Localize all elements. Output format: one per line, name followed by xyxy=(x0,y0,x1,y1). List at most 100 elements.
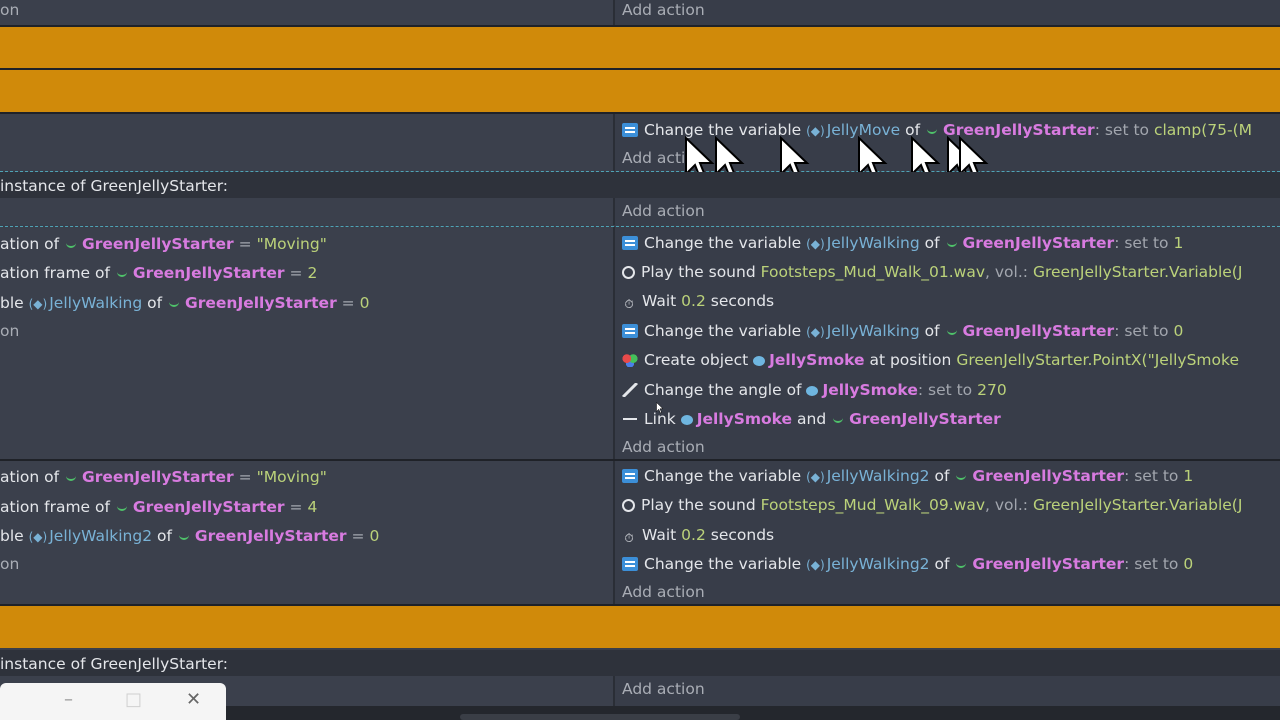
add-action-link[interactable]: Add action xyxy=(622,0,705,20)
action-create-object[interactable]: Create object JellySmoke at position Gre… xyxy=(622,350,1239,370)
subevent-conditions[interactable] xyxy=(0,198,614,225)
action-value: GreenJellyStarter.PointX("JellySmoke xyxy=(956,351,1239,369)
event2-conditions[interactable] xyxy=(0,227,614,459)
object-name: JellySmoke xyxy=(822,381,918,399)
action-play-sound[interactable]: Play the sound Footsteps_Mud_Walk_01.wav… xyxy=(622,262,1242,282)
close-button[interactable]: ✕ xyxy=(186,689,201,710)
action-label: Play the sound xyxy=(641,496,756,514)
sound-icon xyxy=(622,266,635,279)
action-link-objects[interactable]: Link JellySmoke and GreenJellyStarter xyxy=(622,409,1001,429)
operator: = xyxy=(289,498,303,516)
scroll-thumb[interactable] xyxy=(460,714,740,720)
window-titlebar: – □ ✕ xyxy=(0,683,226,720)
object-icon xyxy=(956,560,967,568)
condition-value: "Moving" xyxy=(256,235,327,253)
operator: = xyxy=(238,468,252,486)
action-change-variable[interactable]: Change the variable (◆) JellyWalking of G… xyxy=(622,321,1183,341)
object-name: GreenJellyStarter xyxy=(849,410,1001,428)
event-top-actions xyxy=(614,0,1280,25)
action-value: GreenJellyStarter.Variable(J xyxy=(1032,496,1243,514)
object-icon xyxy=(806,386,819,396)
condition-value: "Moving" xyxy=(256,468,327,486)
add-action-link[interactable]: Add action xyxy=(622,582,705,602)
add-condition-partial[interactable]: on xyxy=(0,321,19,341)
scope-icon: (◆) xyxy=(806,470,825,484)
object-name: GreenJellyStarter xyxy=(185,294,337,312)
volume-label: , vol.: xyxy=(985,263,1028,281)
maximize-button[interactable]: □ xyxy=(125,689,142,710)
column-divider xyxy=(613,114,615,171)
subevent-actions[interactable] xyxy=(614,198,1280,225)
action-of: of xyxy=(924,322,940,340)
condition-animation-frame[interactable]: ation frame of GreenJellyStarter = 4 xyxy=(0,497,317,517)
condition-variable[interactable]: ble (◆) JellyWalking2 of GreenJellyStarte… xyxy=(0,526,379,546)
create-object-icon xyxy=(622,353,638,367)
wait-unit: seconds xyxy=(710,292,775,310)
operator: = xyxy=(341,294,355,312)
action-label: Change the variable xyxy=(644,467,802,485)
action-of: of xyxy=(924,234,940,252)
comment-band[interactable] xyxy=(0,70,1280,112)
set-to-label: : set to xyxy=(917,381,973,399)
subevent-actions[interactable] xyxy=(614,676,1280,706)
condition-animation[interactable]: ation of GreenJellyStarter = "Moving" xyxy=(0,234,327,254)
condition-label: ation of xyxy=(0,235,60,253)
object-icon xyxy=(178,532,189,540)
object-icon xyxy=(753,356,766,366)
object-icon xyxy=(116,269,127,277)
action-label: Change the angle of xyxy=(644,381,802,399)
action-value: 1 xyxy=(1173,234,1184,252)
object-icon xyxy=(116,503,127,511)
column-divider xyxy=(613,227,615,459)
volume-label: , vol.: xyxy=(985,496,1028,514)
condition-variable[interactable]: ble (◆) JellyWalking of GreenJellyStarter… xyxy=(0,293,369,313)
object-name: GreenJellyStarter xyxy=(132,498,285,516)
comment-band[interactable] xyxy=(0,606,1280,648)
action-change-variable[interactable]: Change the variable (◆) JellyWalking of G… xyxy=(622,233,1183,253)
action-change-angle[interactable]: Change the angle of JellySmoke: set to 2… xyxy=(622,380,1007,400)
variable-name: JellyWalking2 xyxy=(826,467,930,485)
add-action-link[interactable]: Add action xyxy=(622,201,705,221)
add-condition-partial[interactable]: on xyxy=(0,554,19,574)
wait-value: 0.2 xyxy=(681,526,706,544)
condition-partial[interactable]: on xyxy=(0,0,19,20)
column-divider xyxy=(613,461,615,604)
action-value: 0 xyxy=(1173,322,1184,340)
action-of: of xyxy=(934,467,950,485)
action-wait[interactable]: ⏱ Wait 0.2 seconds xyxy=(622,525,774,545)
object-icon xyxy=(833,415,844,423)
object-name: GreenJellyStarter xyxy=(962,322,1115,340)
action-play-sound[interactable]: Play the sound Footsteps_Mud_Walk_09.wav… xyxy=(622,495,1242,515)
set-to-label: : set to xyxy=(1114,322,1169,340)
condition-value: 0 xyxy=(359,294,370,312)
condition-label: ation frame of xyxy=(0,264,110,282)
action-label: Wait xyxy=(642,292,677,310)
add-action-link[interactable]: Add action xyxy=(622,437,705,457)
action-wait[interactable]: ⏱ Wait 0.2 seconds xyxy=(622,291,774,311)
action-change-variable[interactable]: Change the variable (◆) JellyWalking2 of … xyxy=(622,554,1193,574)
action-value: GreenJellyStarter.Variable(J xyxy=(1032,263,1243,281)
variable-icon xyxy=(622,469,638,483)
object-icon xyxy=(927,126,937,134)
object-name: GreenJellyStarter xyxy=(194,527,347,545)
variable-icon xyxy=(622,123,638,137)
scope-icon: (◆) xyxy=(806,558,825,572)
object-name: GreenJellyStarter xyxy=(962,234,1115,252)
object-name: JellySmoke xyxy=(696,410,793,428)
column-divider xyxy=(613,0,615,25)
event1-conditions[interactable] xyxy=(0,114,614,171)
condition-label: ation frame of xyxy=(0,498,110,516)
for-each-label: instance of GreenJellyStarter: xyxy=(0,177,229,195)
comment-band[interactable] xyxy=(0,27,1280,68)
object-name: JellySmoke xyxy=(769,351,865,369)
add-action-link[interactable]: Add action xyxy=(622,679,705,699)
action-change-variable[interactable]: Change the variable (◆) JellyWalking2 of … xyxy=(622,466,1193,486)
condition-text: on xyxy=(0,1,20,19)
condition-animation[interactable]: ation of GreenJellyStarter = "Moving" xyxy=(0,467,327,487)
object-icon xyxy=(680,415,693,425)
action-label: Change the variable xyxy=(644,555,802,573)
variable-name: JellyWalking2 xyxy=(826,555,930,573)
action-mid: at position xyxy=(869,351,952,369)
minimize-button[interactable]: – xyxy=(64,689,73,710)
condition-animation-frame[interactable]: ation frame of GreenJellyStarter = 2 xyxy=(0,263,317,283)
